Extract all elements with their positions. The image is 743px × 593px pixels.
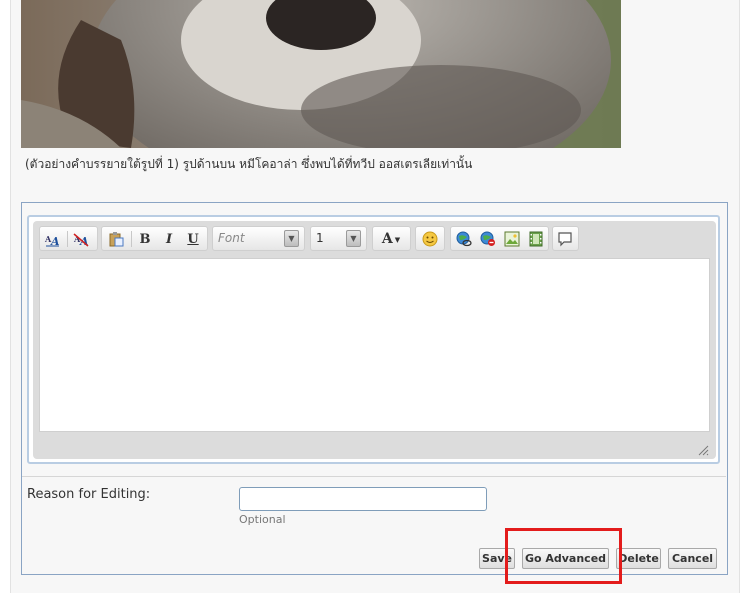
font-select-value: Font [218,231,245,245]
quote-icon[interactable] [557,231,573,247]
video-icon[interactable] [528,231,544,247]
link-icon[interactable] [456,231,472,247]
toolbar-group-text-style: B I U [101,226,208,251]
toolbar-group-smilies [415,226,445,251]
message-editor[interactable] [39,258,710,432]
toolbar-group-quote [552,226,579,251]
smiley-icon[interactable] [422,231,438,247]
remove-text-formatting-icon[interactable]: AA [44,231,60,247]
highlight-annotation [505,528,622,584]
section-divider [22,476,726,477]
toolbar-group-formatting: AA AA [39,226,98,251]
toolbar-separator [67,231,68,247]
bold-icon[interactable]: B [137,231,153,247]
image-caption: (ตัวอย่างคำบรรยายใต้รูปที่ 1) รูปด้านบน … [25,157,473,171]
underline-icon[interactable]: U [185,231,201,247]
reason-input[interactable] [239,487,487,511]
chevron-down-icon[interactable]: ▼ [346,230,361,247]
toolbar-separator [131,231,132,247]
remove-formatting-icon[interactable]: AA [73,231,89,247]
cancel-button[interactable]: Cancel [668,548,717,569]
chevron-down-icon[interactable]: ▼ [284,230,299,247]
koala-photo [21,0,621,148]
svg-text:A: A [50,235,60,247]
image-icon[interactable] [504,231,520,247]
optional-note: Optional [239,513,286,526]
font-select[interactable]: Font ▼ [212,226,305,251]
toolbar-group-insert [450,226,549,251]
resize-grip-icon[interactable] [697,441,709,456]
paste-icon[interactable] [108,231,124,247]
reason-label: Reason for Editing: [27,487,151,502]
size-select[interactable]: 1 ▼ [310,226,367,251]
italic-icon[interactable]: I [161,231,177,247]
delete-button[interactable]: Delete [616,548,661,569]
size-select-value: 1 [316,231,324,245]
unlink-icon[interactable] [480,231,496,247]
text-color-icon[interactable]: A ▼ [379,231,403,247]
toolbar-group-text-color: A ▼ [372,226,411,251]
